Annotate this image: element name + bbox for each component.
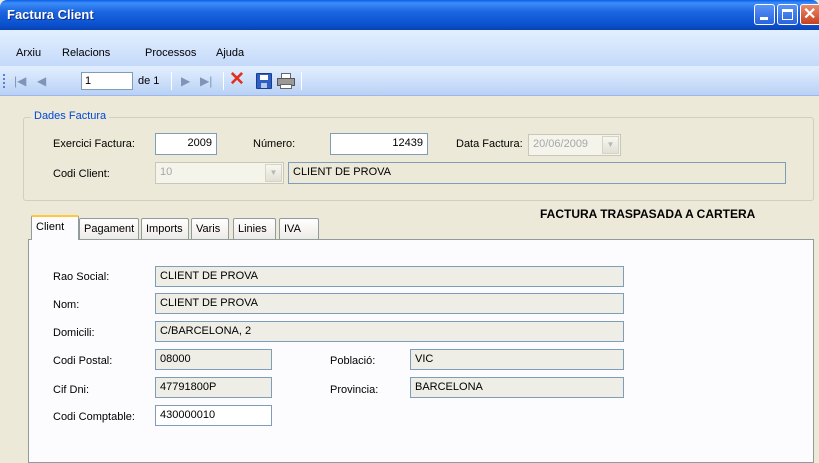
codi-comptable-field[interactable]: 430000010: [155, 405, 272, 426]
rao-social-field: CLIENT DE PROVA: [155, 266, 624, 287]
cif-dni-label: Cif Dni:: [53, 384, 90, 396]
menu-ajuda[interactable]: Ajuda: [216, 47, 244, 59]
toolbar-separator: [171, 72, 172, 90]
numero-label: Número:: [253, 138, 296, 150]
menu-bar: Arxiu Relacions Processos Ajuda: [0, 30, 819, 66]
window-title: Factura Client: [7, 7, 94, 22]
rao-social-label: Rao Social:: [53, 271, 110, 283]
maximize-icon: [782, 9, 793, 20]
provincia-label: Provincia:: [330, 384, 379, 396]
nom-field: CLIENT DE PROVA: [155, 293, 624, 314]
next-record-icon[interactable]: ▶: [181, 74, 190, 88]
exercici-label: Exercici Factura:: [53, 138, 135, 150]
minimize-icon: [760, 17, 768, 20]
title-bar: Factura Client ✕: [0, 0, 819, 30]
codi-client-value: 10: [160, 166, 173, 178]
domicili-label: Domicili:: [53, 327, 95, 339]
codi-client-combo[interactable]: 10 ▼: [155, 162, 284, 184]
minimize-button[interactable]: [754, 4, 775, 25]
poblacio-field: VIC: [410, 349, 624, 370]
tab-pagament[interactable]: Pagament: [79, 218, 139, 239]
delete-icon[interactable]: ✕: [229, 70, 245, 90]
data-factura-picker[interactable]: 20/06/2009 ▼: [528, 134, 621, 156]
poblacio-label: Població:: [330, 355, 376, 367]
close-button[interactable]: ✕: [800, 4, 819, 25]
menu-processos[interactable]: Processos: [145, 47, 196, 59]
maximize-button[interactable]: [777, 4, 798, 25]
last-record-icon[interactable]: ▶|: [200, 74, 212, 88]
provincia-field: BARCELONA: [410, 377, 624, 398]
tab-iva[interactable]: IVA: [279, 218, 319, 239]
tab-client[interactable]: Client: [31, 215, 79, 240]
codi-postal-label: Codi Postal:: [53, 355, 113, 367]
record-count-label: de 1: [138, 75, 160, 87]
first-record-icon[interactable]: |◀: [14, 74, 26, 88]
tab-imports[interactable]: Imports: [141, 218, 189, 239]
toolbar-separator: [223, 72, 224, 90]
codi-client-label: Codi Client:: [53, 168, 110, 180]
nom-label: Nom:: [53, 299, 80, 311]
toolbar-separator: [301, 72, 302, 90]
tab-varis[interactable]: Varis: [191, 218, 229, 239]
client-name-field: CLIENT DE PROVA: [288, 162, 786, 184]
chevron-down-icon[interactable]: ▼: [602, 136, 619, 154]
navigation-toolbar: |◀ ◀ 1 de 1 ▶ ▶| ✕: [0, 66, 819, 96]
codi-comptable-label: Codi Comptable:: [53, 411, 135, 423]
cif-dni-field: 47791800P: [155, 377, 272, 398]
save-icon[interactable]: [256, 73, 272, 89]
codi-postal-field: 08000: [155, 349, 272, 370]
previous-record-icon[interactable]: ◀: [37, 74, 46, 88]
chevron-down-icon[interactable]: ▼: [265, 164, 282, 182]
menu-relacions[interactable]: Relacions: [62, 47, 110, 59]
dades-factura-group: [23, 117, 814, 201]
data-factura-label: Data Factura:: [456, 138, 523, 150]
close-icon: ✕: [803, 6, 817, 23]
domicili-field: C/BARCELONA, 2: [155, 321, 624, 342]
exercici-field[interactable]: 2009: [155, 133, 217, 155]
record-position-input[interactable]: 1: [81, 72, 133, 90]
data-factura-value: 20/06/2009: [533, 138, 589, 150]
print-icon[interactable]: [277, 73, 295, 89]
numero-field[interactable]: 12439: [330, 133, 428, 155]
status-banner: FACTURA TRASPASADA A CARTERA: [540, 207, 756, 221]
toolbar-grip[interactable]: [3, 74, 5, 90]
menu-arxiu[interactable]: Arxiu: [16, 47, 41, 59]
tab-linies[interactable]: Linies: [233, 218, 276, 239]
dades-factura-legend: Dades Factura: [31, 110, 110, 122]
